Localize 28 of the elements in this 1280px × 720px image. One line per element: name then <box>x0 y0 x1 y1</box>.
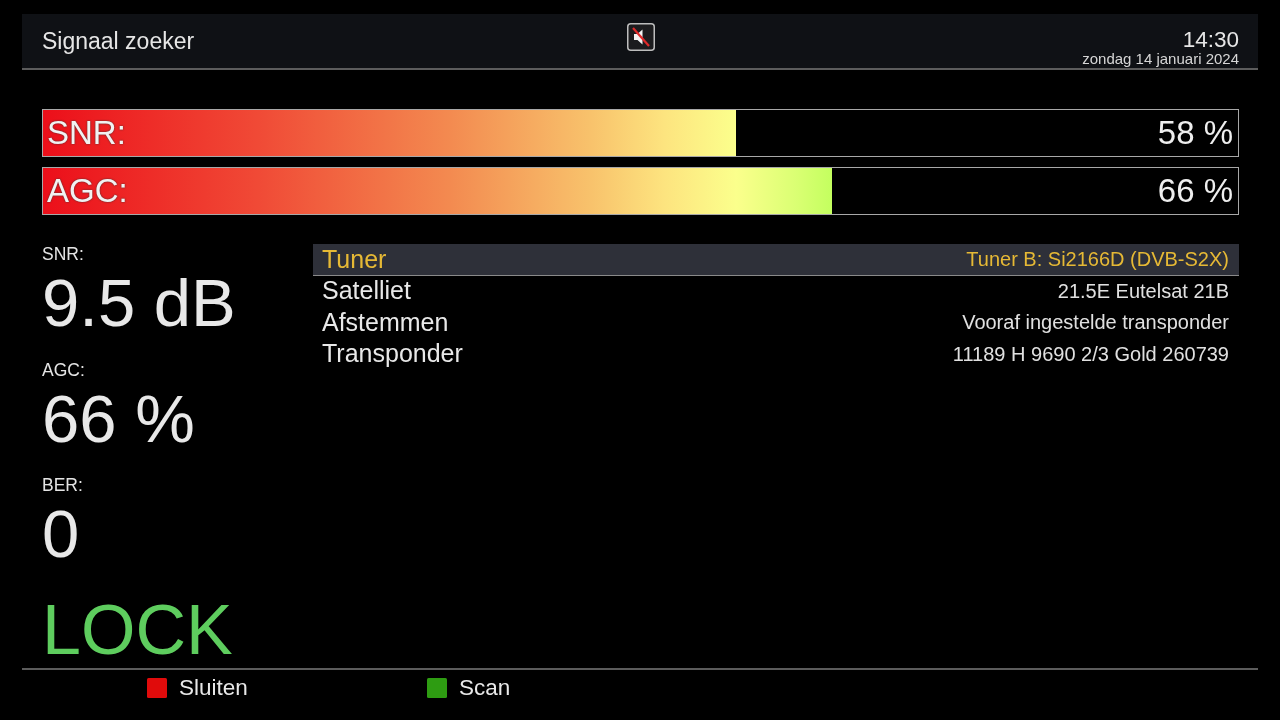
screen-title: Signaal zoeker <box>42 27 195 55</box>
bar-label: AGC: <box>47 172 128 210</box>
info-row[interactable]: Satelliet 21.5E Eutelsat 21B <box>313 275 1239 307</box>
selected-info-row[interactable]: Tuner Tuner B: Si2166D (DVB-S2X) <box>313 244 1239 276</box>
reading-label: BER: <box>42 475 83 495</box>
bar-reading: 58 % <box>1157 114 1233 152</box>
info-value: 11189 H 9690 2/3 Gold 260739 <box>952 341 1229 366</box>
clock-time: 14:30 <box>1182 28 1239 51</box>
info-row[interactable]: Transponder 11189 H 9690 2/3 Gold 260739 <box>313 338 1239 370</box>
reading-value: 9.5 dB <box>42 273 236 333</box>
info-label: Afstemmen <box>322 307 449 337</box>
info-row[interactable]: Afstemmen Vooraf ingestelde transponder <box>313 307 1239 339</box>
info-label: Transponder <box>322 339 463 369</box>
bar-reading: 66 % <box>1157 172 1233 210</box>
clock-date: zondag 14 januari 2024 <box>1082 51 1239 67</box>
reading-value: 66 % <box>42 388 195 449</box>
color-key-button[interactable]: Scan <box>427 670 707 706</box>
reading-label: SNR: <box>42 244 84 264</box>
info-label: Tuner <box>322 244 387 274</box>
bar-label: SNR: <box>47 114 126 152</box>
reading-label: AGC: <box>42 359 85 380</box>
color-key-button[interactable]: Sluiten <box>147 670 427 706</box>
info-label: Satelliet <box>322 276 411 306</box>
reading-value: 0 <box>42 504 80 564</box>
lock-status: LOCK <box>42 593 233 666</box>
info-value: Vooraf ingestelde transponder <box>962 310 1229 335</box>
info-value: 21.5E Eutelsat 21B <box>1057 278 1229 303</box>
info-value: Tuner B: Si2166D (DVB-S2X) <box>966 247 1229 272</box>
